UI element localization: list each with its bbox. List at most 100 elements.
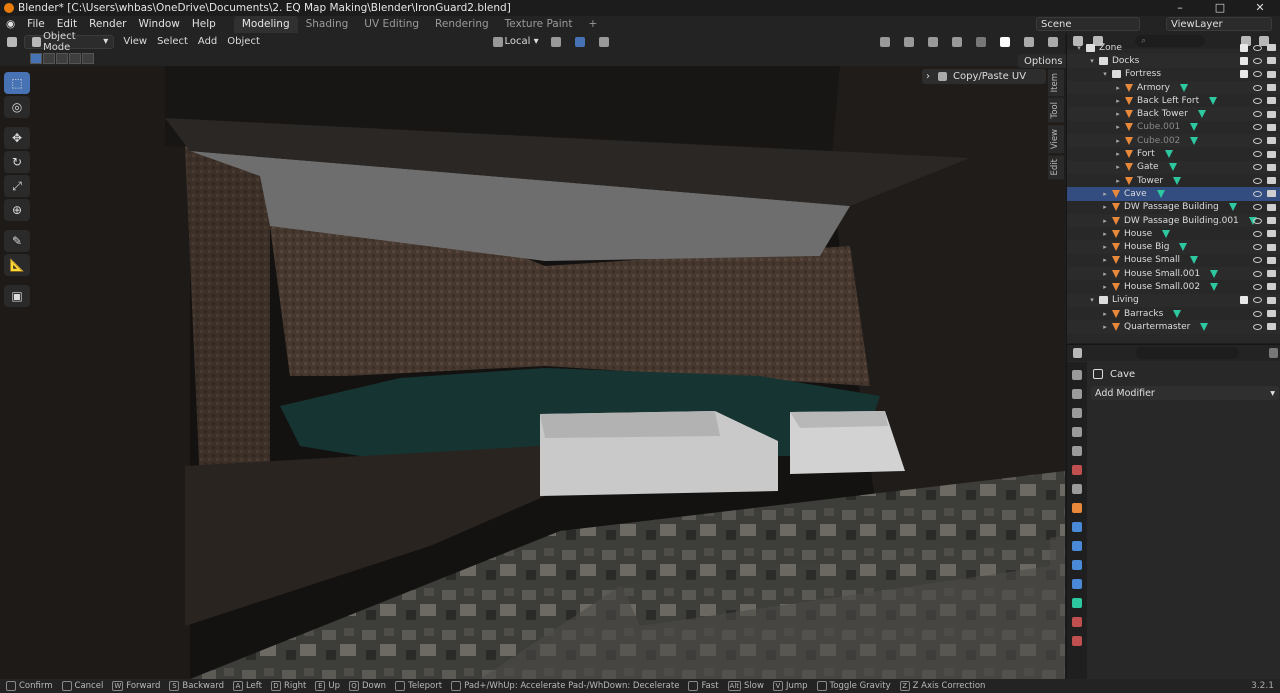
camera-icon[interactable] [1267,190,1276,198]
mesh-data-icon[interactable] [1190,256,1199,265]
shading-rendered-icon[interactable] [1041,35,1065,49]
mesh-data-icon[interactable] [1164,150,1173,159]
expand-right-icon[interactable]: ▸ [1101,190,1109,198]
expand-right-icon[interactable]: ▸ [1101,283,1109,291]
expand-right-icon[interactable]: ▸ [1101,243,1109,251]
expand-right-icon[interactable]: ▸ [1101,270,1109,278]
tab-rendering[interactable]: Rendering [427,16,497,33]
tab-view[interactable]: View [1048,124,1064,154]
eye-icon[interactable] [1253,323,1262,330]
mesh-data-icon[interactable] [1156,189,1165,198]
eye-icon[interactable] [1253,57,1262,64]
add-workspace-button[interactable]: + [580,16,605,33]
select-subtract-icon[interactable] [56,52,68,64]
eye-icon[interactable] [1253,71,1262,78]
outliner-row[interactable]: ▸ Barracks [1067,307,1280,320]
eye-icon[interactable] [1253,111,1262,118]
camera-icon[interactable] [1267,123,1276,131]
camera-icon[interactable] [1267,137,1276,145]
rotate-tool-icon[interactable]: ↻ [4,151,30,173]
mesh-data-icon[interactable] [1180,83,1188,92]
add-modifier-button[interactable]: Add Modifier ▾ [1091,386,1279,400]
outliner-row[interactable]: ▾ Fortress [1067,68,1280,81]
eye-icon[interactable] [1253,283,1262,290]
outliner-row[interactable]: ▸ House Small.002 [1067,280,1280,293]
camera-icon[interactable] [1267,97,1276,105]
eye-icon[interactable] [1253,177,1262,184]
physics-properties-icon[interactable] [1072,560,1082,570]
mesh-data-icon[interactable] [1190,123,1199,132]
outliner-row[interactable]: ▸ DW Passage Building [1067,201,1280,214]
mesh-data-icon[interactable] [1197,110,1206,119]
scene-selector[interactable]: Scene [1036,17,1140,31]
expand-right-icon[interactable]: ▸ [1101,230,1109,238]
move-tool-icon[interactable]: ✥ [4,127,30,149]
snap-icon[interactable] [568,35,592,49]
expand-right-icon[interactable]: ▸ [1114,123,1122,131]
mesh-data-icon[interactable] [1210,282,1219,291]
select-invert-icon[interactable] [69,52,81,64]
camera-icon[interactable] [1267,270,1276,278]
outliner-row[interactable]: ▾ Zone [1067,41,1280,54]
expand-right-icon[interactable]: ▸ [1114,150,1122,158]
expand-right-icon[interactable]: ▸ [1114,163,1122,171]
outliner-row[interactable]: ▸ Cave [1067,187,1280,201]
exclude-checkbox[interactable] [1240,296,1248,305]
menu-window[interactable]: Window [132,16,185,33]
tab-edit[interactable]: Edit [1048,155,1064,180]
add-cube-tool-icon[interactable]: ▣ [4,285,30,307]
mesh-data-icon[interactable] [1228,203,1237,212]
expand-right-icon[interactable]: ▸ [1101,256,1109,264]
close-icon[interactable]: ✕ [1240,0,1280,16]
view-layer-selector[interactable]: ViewLayer [1166,17,1272,31]
constraint-properties-icon[interactable] [1072,579,1082,589]
mesh-data-icon[interactable] [1179,243,1188,252]
select-box-tool-icon[interactable]: ⬚ [4,72,30,94]
tab-tool[interactable]: Tool [1048,98,1064,123]
camera-icon[interactable] [1267,70,1276,78]
mesh-data-icon[interactable] [1162,229,1171,238]
properties-editor-icon[interactable] [1073,348,1082,358]
mesh-data-icon[interactable] [1210,269,1219,278]
pivot-icon[interactable] [544,35,568,49]
menu-object[interactable]: Object [222,35,265,49]
expand-right-icon[interactable]: ▸ [1101,323,1109,331]
data-properties-icon[interactable] [1072,598,1082,608]
properties-search-input[interactable] [1135,347,1240,359]
expand-right-icon[interactable]: ▸ [1114,110,1122,118]
expand-right-icon[interactable]: ▸ [1114,97,1122,105]
world-properties-icon[interactable] [1072,465,1082,475]
panel-collapse-icon[interactable] [1269,348,1278,358]
mesh-data-icon[interactable] [1209,96,1218,105]
scene-properties-icon[interactable] [1072,446,1082,456]
collection-properties-icon[interactable] [1072,484,1082,494]
outliner-row[interactable]: ▸ Gate [1067,160,1280,174]
select-extend-icon[interactable] [43,52,55,64]
camera-icon[interactable] [1267,177,1276,185]
outliner-row[interactable]: ▸ Fort [1067,147,1280,160]
minimize-icon[interactable]: – [1160,0,1200,16]
texture-properties-icon[interactable] [1072,636,1082,646]
outliner-row[interactable]: ▸ House [1067,227,1280,240]
exclude-checkbox[interactable] [1240,70,1248,79]
shading-material-icon[interactable] [1017,35,1041,49]
select-new-icon[interactable] [30,52,42,64]
mesh-data-icon[interactable] [1200,322,1209,331]
eye-icon[interactable] [1253,84,1262,91]
expand-right-icon[interactable]: ▸ [1101,217,1109,225]
eye-icon[interactable] [1253,124,1262,131]
menu-help[interactable]: Help [186,16,222,33]
outliner-row[interactable]: ▸ Cube.001 [1067,121,1280,134]
eye-icon[interactable] [1253,137,1262,144]
eye-icon[interactable] [1253,164,1262,171]
annotate-tool-icon[interactable]: ✎ [4,230,30,252]
tab-uv-editing[interactable]: UV Editing [356,16,427,33]
output-properties-icon[interactable] [1072,408,1082,418]
eye-icon[interactable] [1253,257,1262,264]
mesh-data-icon[interactable] [1168,163,1177,172]
editor-type-icon[interactable] [0,35,24,49]
menu-add[interactable]: Add [193,35,222,49]
eye-icon[interactable] [1253,97,1262,104]
camera-icon[interactable] [1267,323,1276,331]
cursor-tool-icon[interactable]: ◎ [4,96,30,118]
